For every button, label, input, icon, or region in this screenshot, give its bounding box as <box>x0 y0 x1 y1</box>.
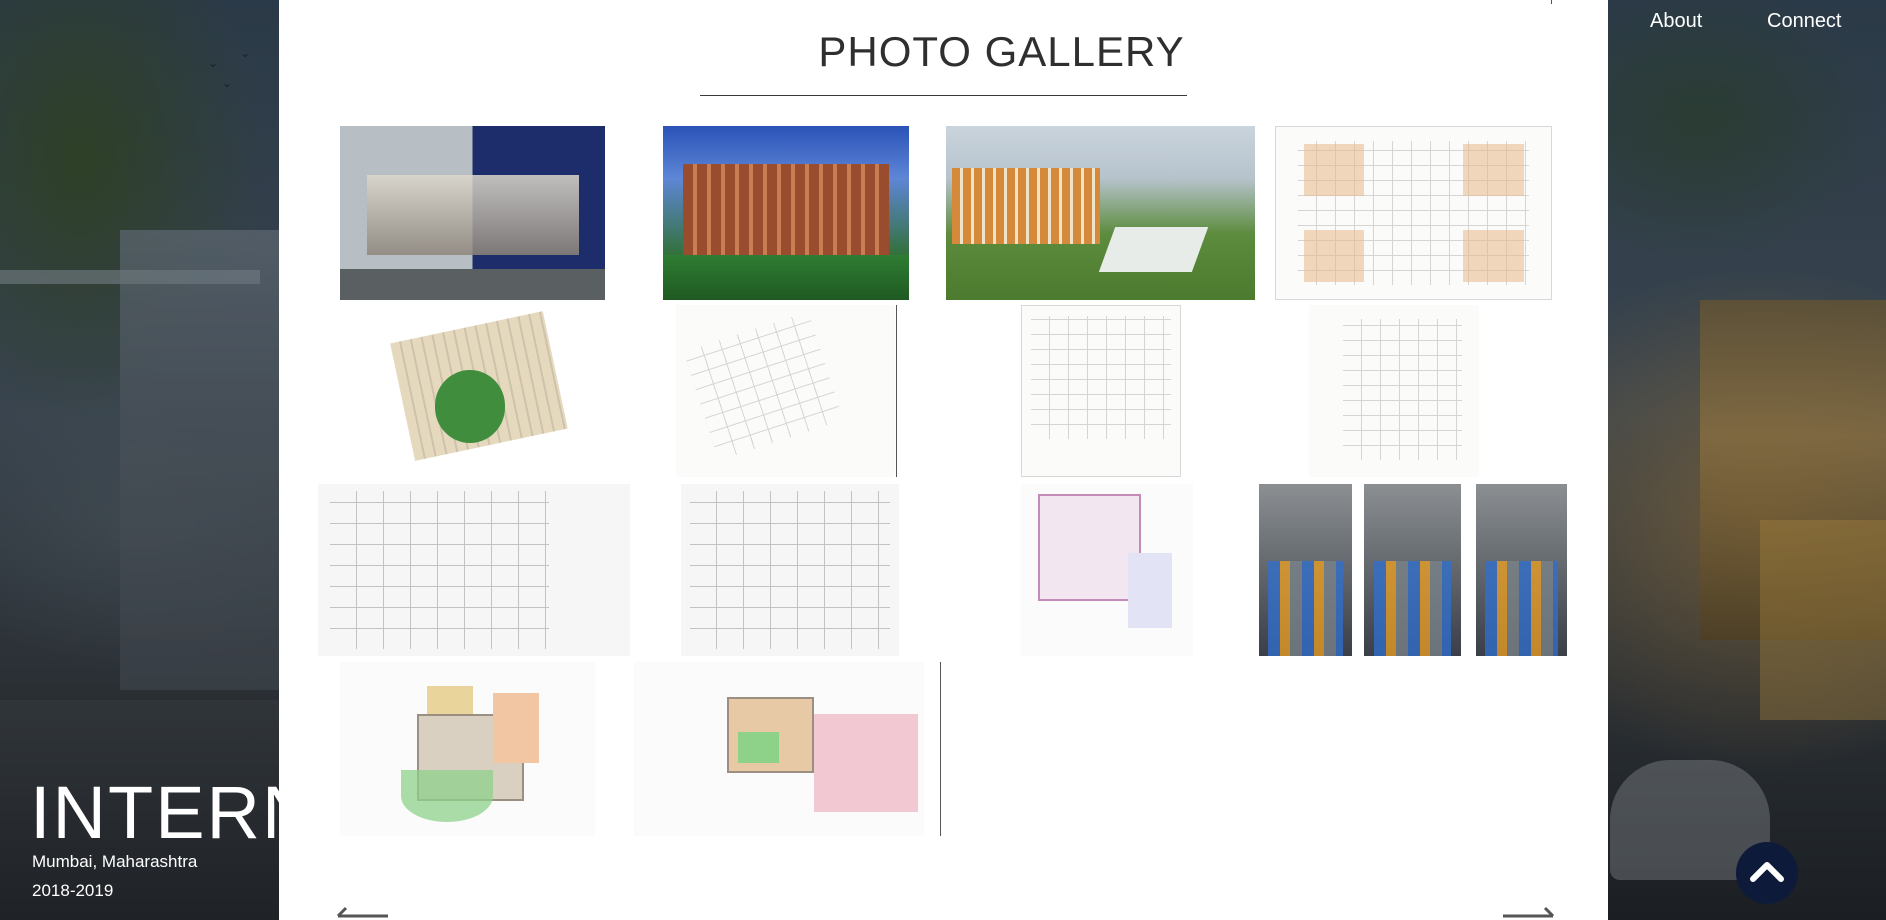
divider <box>1551 0 1552 4</box>
gallery-thumbnail[interactable] <box>1476 484 1567 656</box>
gallery-title: PHOTO GALLERY <box>818 28 1185 75</box>
background-building <box>0 230 280 690</box>
plan-zone <box>401 769 493 823</box>
bird-icon: ⌄ <box>222 76 233 90</box>
page: ⌄ ⌄ ⌄ INTERNSHIP Mumbai, Maharashtra 201… <box>0 0 1886 920</box>
plan-zone <box>1127 552 1173 629</box>
gallery-thumbnail[interactable] <box>1021 305 1181 477</box>
gallery-thumbnail[interactable] <box>1364 484 1461 656</box>
gallery-thumbnail[interactable] <box>1259 484 1352 656</box>
plan-zone <box>813 714 919 812</box>
bird-icon: ⌄ <box>240 46 251 60</box>
hero-title: INTERNSHIP <box>30 771 279 854</box>
plan-grid <box>689 490 891 650</box>
gallery-thumbnail[interactable] <box>676 305 895 477</box>
nav-link-about[interactable]: About <box>1650 10 1702 33</box>
gallery-thumbnail[interactable] <box>318 484 630 656</box>
gallery-thumbnail[interactable] <box>1275 126 1552 300</box>
plan-grid <box>1343 318 1462 460</box>
plan-room <box>1303 230 1364 282</box>
plan-zone <box>738 731 779 763</box>
scroll-to-top-button[interactable] <box>1736 842 1798 904</box>
gallery-thumbnail[interactable] <box>634 662 924 836</box>
gallery-thumbnail[interactable] <box>1021 484 1193 656</box>
plan-grid <box>330 490 549 650</box>
nav-link-connect[interactable]: Connect <box>1767 10 1842 33</box>
plan-zone <box>426 686 473 715</box>
plan-room <box>1463 144 1524 196</box>
plan-room <box>1303 144 1364 196</box>
gallery-thumbnail[interactable] <box>663 126 909 300</box>
plan-grid <box>683 311 844 461</box>
arrow-right-icon[interactable] <box>1501 906 1557 920</box>
gallery-thumbnail[interactable] <box>1309 305 1479 477</box>
divider <box>896 305 897 477</box>
gallery-thumbnail[interactable] <box>340 662 595 836</box>
gallery-thumbnail[interactable] <box>681 484 899 656</box>
gallery-thumbnail[interactable] <box>359 305 595 477</box>
title-underline <box>700 95 1187 96</box>
gallery-thumbnail[interactable] <box>340 126 605 300</box>
gallery-panel: PHOTO GALLERY <box>279 0 1608 920</box>
divider <box>940 662 941 836</box>
site-garden <box>434 370 506 443</box>
plan-grid <box>1031 316 1171 439</box>
background-window-glow <box>1760 520 1886 720</box>
hero-location: Mumbai, Maharashtra <box>32 852 198 871</box>
bird-icon: ⌄ <box>208 56 219 70</box>
plan-zone <box>1038 494 1142 601</box>
chevron-up-icon <box>1750 862 1784 882</box>
hero-years: 2018-2019 <box>32 881 114 900</box>
hero-title-clip: INTERNSHIP <box>0 760 279 860</box>
gallery-thumbnail[interactable] <box>946 126 1255 300</box>
arrow-left-icon[interactable] <box>334 906 390 920</box>
plan-room <box>1463 230 1524 282</box>
plan-zone <box>493 693 539 763</box>
